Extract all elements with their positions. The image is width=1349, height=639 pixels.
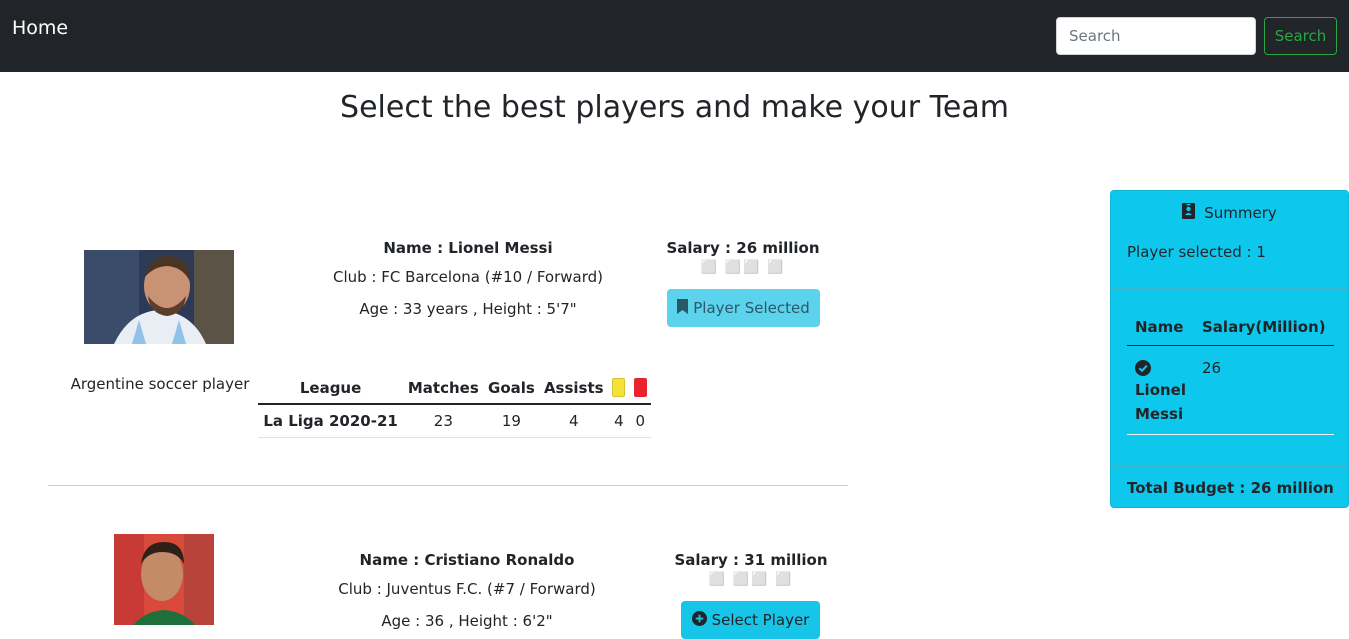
home-link[interactable]: Home [12,17,68,39]
player-stats-table: League Matches Goals Assists La Liga 202… [258,372,651,438]
summary-header-row: Name Salary(Million) [1127,309,1334,346]
player-selected-count: Player selected : 1 [1127,243,1266,261]
yellow-card-icon [612,378,626,397]
player-age-height: Age : 33 years , Height : 5'7" [359,300,577,318]
stats-red: 0 [629,404,651,438]
stats-assists: 4 [539,404,609,438]
player-salary-block: Salary : 26 million ⬜ ⬜⬜ ⬜ [643,238,843,278]
summary-header-salary: Salary(Million) [1194,309,1334,346]
summary-name-first: Lionel [1135,380,1186,399]
player-info-ronaldo: Name : Cristiano Ronaldo Club : Juventus… [267,549,667,632]
stats-header-yellow [608,372,630,405]
player-age-height: Age : 36 , Height : 6'2" [381,612,553,630]
summary-header-name: Name [1127,309,1194,346]
stats-header-goals: Goals [483,372,540,405]
stats-header-assists: Assists [539,372,609,405]
navbar: Home Search [0,0,1349,72]
search-button[interactable]: Search [1264,17,1337,55]
player-club: Club : FC Barcelona (#10 / Forward) [332,268,603,286]
plus-circle-icon [691,610,707,630]
summary-table: Name Salary(Million) Lionel Messi 26 [1127,309,1334,435]
stats-yellow: 4 [608,404,630,438]
player-salary-block: Salary : 31 million ⬜ ⬜⬜ ⬜ [651,550,851,590]
rating-stars: ⬜ ⬜⬜ ⬜ [700,260,786,275]
rating-stars: ⬜ ⬜⬜ ⬜ [708,572,794,587]
page-title: Select the best players and make your Te… [340,90,1009,125]
summary-player-name: Lionel Messi [1127,345,1194,435]
stats-header-red [629,372,651,405]
player-name: Name : Lionel Messi [383,239,553,257]
summary-divider [1111,288,1348,289]
select-player-button[interactable]: Select Player [681,601,820,639]
id-card-icon [1182,203,1196,223]
stats-goals: 19 [483,404,540,438]
player-club: Club : Juventus F.C. (#7 / Forward) [338,580,596,598]
player-description: Argentine soccer player [70,375,250,393]
player-divider [48,485,848,486]
summary-title: Summery [1111,203,1348,223]
table-row: La Liga 2020-21 23 19 4 4 0 [258,404,651,438]
bookmark-icon [677,298,689,318]
stats-header-league: League [258,372,404,405]
player-selected-button[interactable]: Player Selected [667,289,820,327]
player-selected-label: Player Selected [693,299,810,317]
summary-name-last: Messi [1135,404,1184,423]
stats-matches: 23 [403,404,484,438]
player-photo-messi [84,250,234,344]
stats-header-row: League Matches Goals Assists [258,372,651,405]
red-card-icon [633,378,647,397]
player-salary: Salary : 26 million [666,239,820,257]
player-photo-ronaldo [114,534,214,625]
select-player-label: Select Player [711,611,810,629]
total-budget: Total Budget : 26 million [1127,479,1334,497]
table-row: Lionel Messi 26 [1127,345,1334,435]
summary-panel: Summery Player selected : 1 Name Salary(… [1110,190,1349,508]
player-salary: Salary : 31 million [674,551,828,569]
summary-title-label: Summery [1204,204,1277,222]
stats-league: La Liga 2020-21 [258,404,404,438]
summary-footer-divider [1111,466,1348,467]
check-circle-icon [1135,356,1186,378]
stats-header-matches: Matches [403,372,484,405]
summary-header: Summery Player selected : 1 [1111,191,1348,288]
player-info-messi: Name : Lionel Messi Club : FC Barcelona … [268,237,668,320]
search-input[interactable] [1056,17,1256,55]
summary-player-salary: 26 [1194,345,1334,435]
player-name: Name : Cristiano Ronaldo [359,551,575,569]
